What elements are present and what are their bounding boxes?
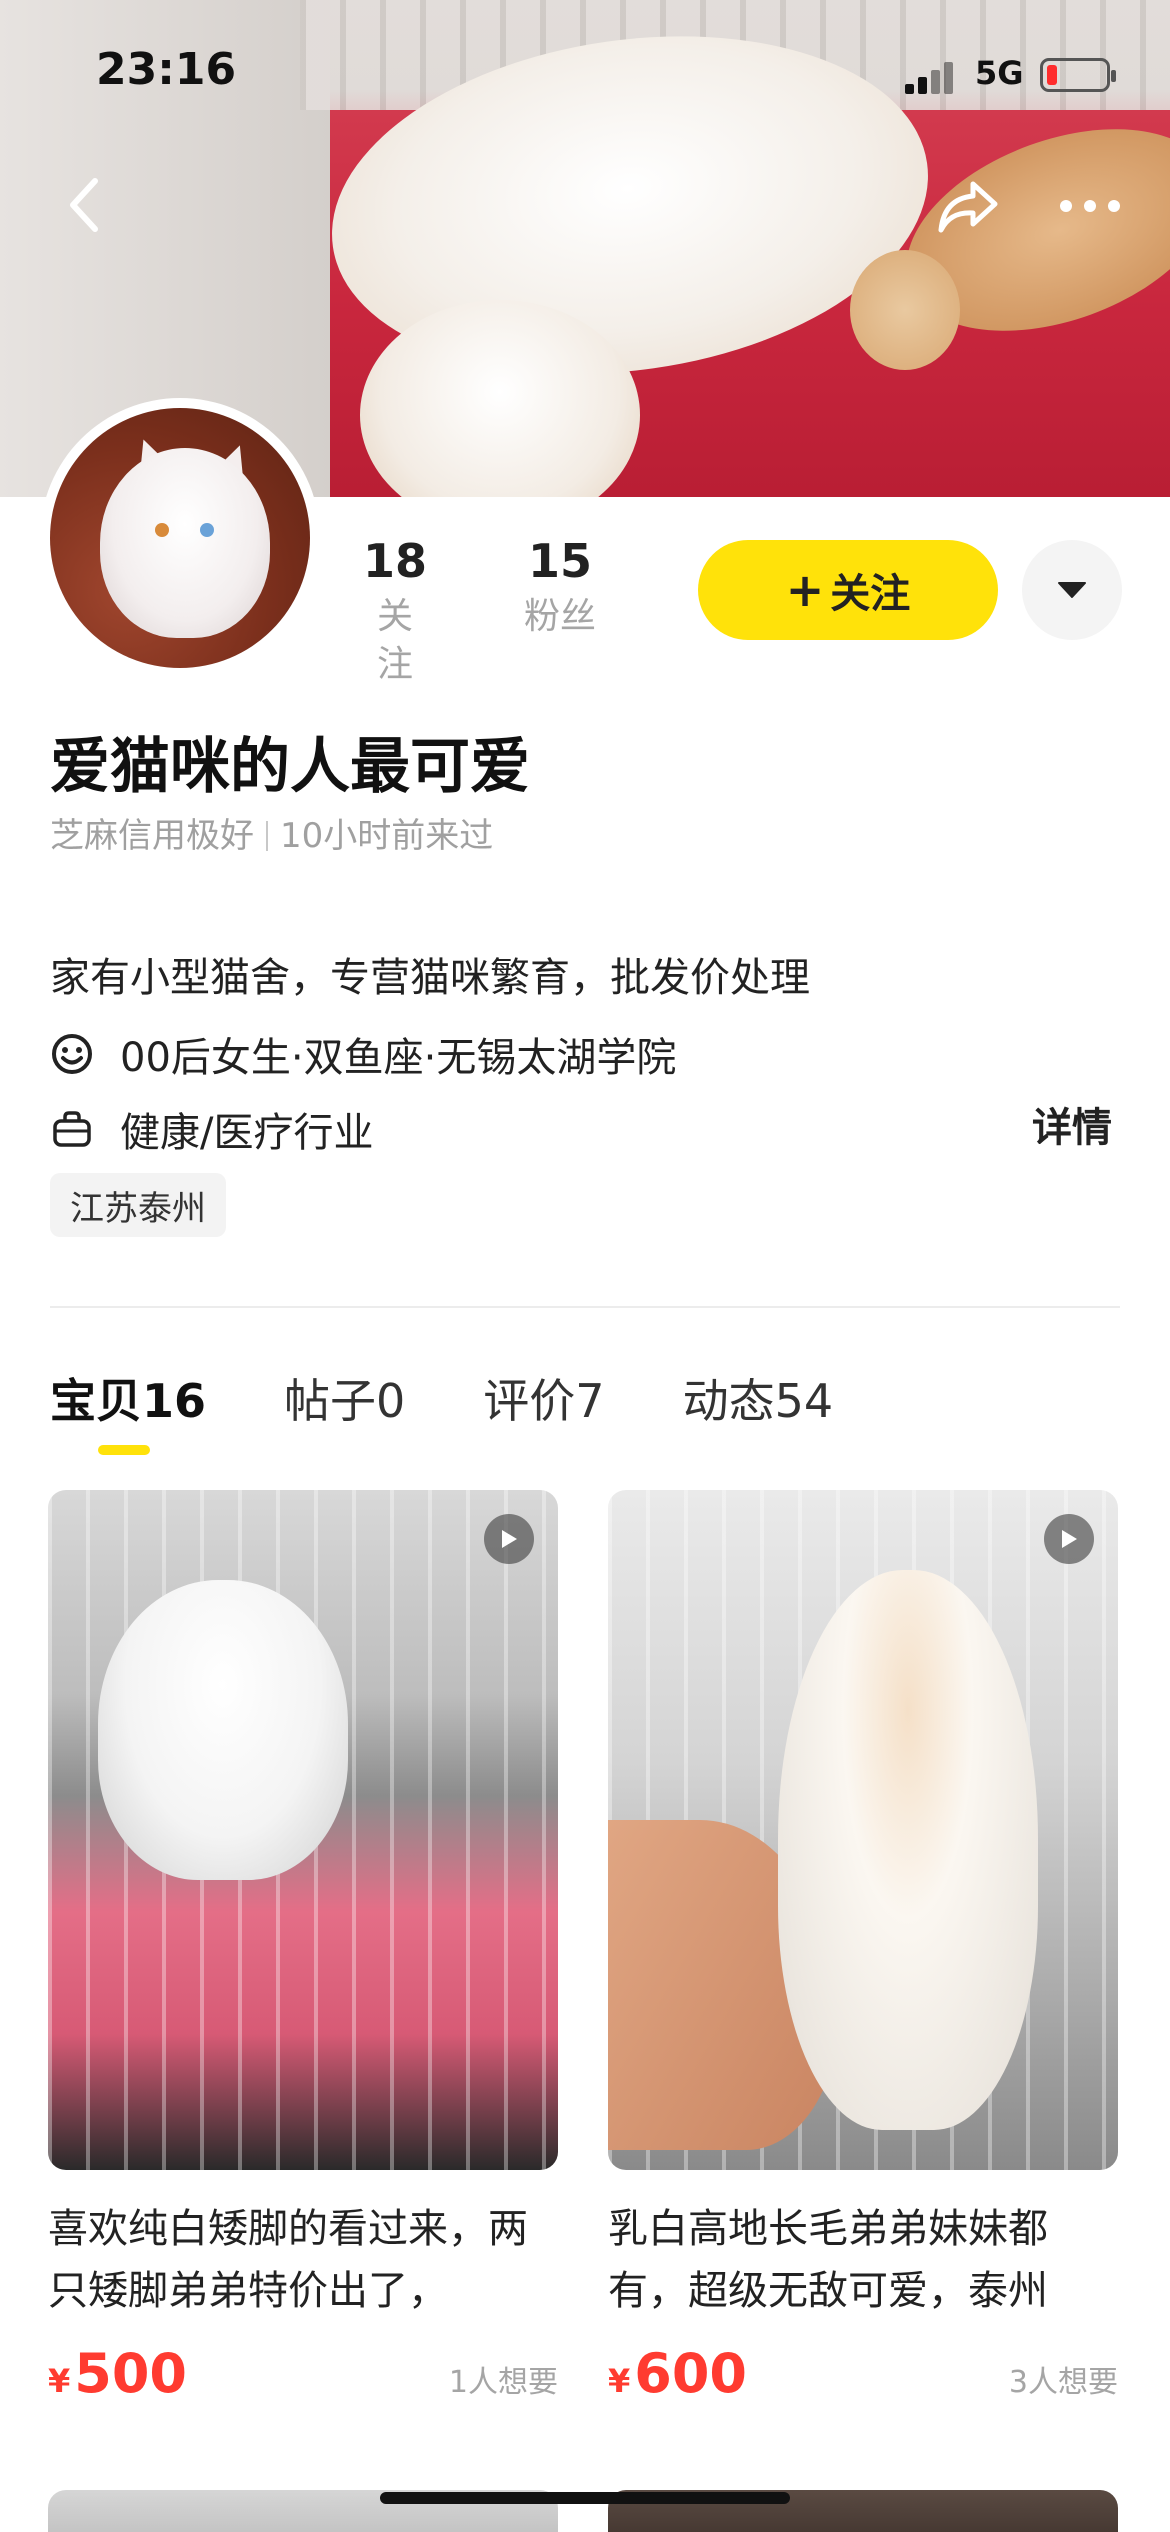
network-type: 5G	[975, 54, 1024, 92]
dropdown-icon	[1058, 582, 1086, 598]
tab-items[interactable]: 宝贝16	[50, 1365, 207, 1455]
tab-reviews-count: 7	[575, 1374, 605, 1428]
fans-label: 粉丝	[523, 596, 596, 637]
profile-name: 爱猫咪的人最可爱	[50, 732, 530, 802]
following-count: 18	[362, 534, 427, 588]
profile-meta: 芝麻信用极好 10小时前来过	[50, 808, 493, 857]
fans-stat[interactable]: 15 粉丝	[520, 535, 600, 641]
back-icon	[70, 178, 98, 232]
follow-button-label: 关注	[830, 571, 911, 617]
profile-tabs: 宝贝16 帖子0 评价7 动态54	[50, 1365, 911, 1455]
following-stat[interactable]: 18 关注	[360, 535, 430, 689]
share-icon	[938, 181, 998, 233]
profile-industry: 健康/医疗行业	[120, 1110, 374, 1156]
item-card[interactable]: 喜欢纯白矮脚的看过来，两只矮脚弟弟特价出了， ¥500 1人想要	[48, 1490, 558, 2405]
item-price: ¥600	[608, 2342, 747, 2405]
play-icon	[1044, 1514, 1094, 1564]
credit-rating[interactable]: 芝麻信用极好	[50, 816, 254, 856]
follow-button[interactable]: + 关注	[698, 540, 998, 640]
tab-posts[interactable]: 帖子0	[284, 1365, 405, 1431]
tab-posts-count: 0	[376, 1374, 406, 1428]
more-icon	[1060, 200, 1120, 212]
tab-activity[interactable]: 动态54	[683, 1365, 834, 1431]
item-image[interactable]	[608, 1490, 1118, 2170]
item-card[interactable]: 乳白高地长毛弟弟妹妹都有，超级无敌可爱，泰州 ¥600 3人想要	[608, 1490, 1118, 2405]
item-wants: 3人想要	[1008, 2365, 1118, 2400]
tab-items-count: 16	[142, 1374, 207, 1428]
more-button[interactable]	[1050, 166, 1130, 246]
profile-industry-row: 健康/医疗行业	[50, 1100, 373, 1158]
briefcase-icon	[50, 1107, 94, 1151]
item-image[interactable]	[48, 1490, 558, 2170]
meta-separator	[266, 821, 268, 851]
plus-icon: +	[785, 563, 825, 617]
last-seen: 10小时前来过	[280, 816, 494, 856]
share-button[interactable]	[928, 166, 1008, 246]
profile-tags: 00后女生·双鱼座·无锡太湖学院	[120, 1035, 677, 1081]
item-title: 乳白高地长毛弟弟妹妹都有，超级无敌可爱，泰州	[608, 2206, 1048, 2314]
divider	[50, 1306, 1120, 1308]
dropdown-button[interactable]	[1022, 540, 1122, 640]
tab-activity-count: 54	[774, 1374, 834, 1428]
active-tab-indicator	[98, 1445, 150, 1455]
item-wants: 1人想要	[448, 2365, 558, 2400]
profile-bio: 家有小型猫舍，专营猫咪繁育，批发价处理	[50, 955, 810, 1001]
signal-icon	[905, 60, 955, 94]
item-price: ¥500	[48, 2342, 187, 2405]
status-time: 23:16	[96, 44, 237, 95]
tab-reviews[interactable]: 评价7	[483, 1365, 604, 1431]
location-tag: 江苏泰州	[50, 1173, 226, 1237]
play-icon	[484, 1514, 534, 1564]
status-bar: 23:16 5G	[0, 0, 1170, 150]
following-label: 关注	[376, 596, 413, 685]
avatar[interactable]	[40, 398, 320, 678]
home-indicator[interactable]	[380, 2492, 790, 2504]
smile-icon	[50, 1032, 94, 1076]
profile-tags-row: 00后女生·双鱼座·无锡太湖学院	[50, 1025, 676, 1083]
battery-icon	[1040, 58, 1116, 92]
item-title: 喜欢纯白矮脚的看过来，两只矮脚弟弟特价出了，	[48, 2206, 528, 2314]
details-link[interactable]: 详情	[1032, 1095, 1112, 1153]
fans-count: 15	[527, 534, 592, 588]
back-button[interactable]	[50, 170, 120, 240]
